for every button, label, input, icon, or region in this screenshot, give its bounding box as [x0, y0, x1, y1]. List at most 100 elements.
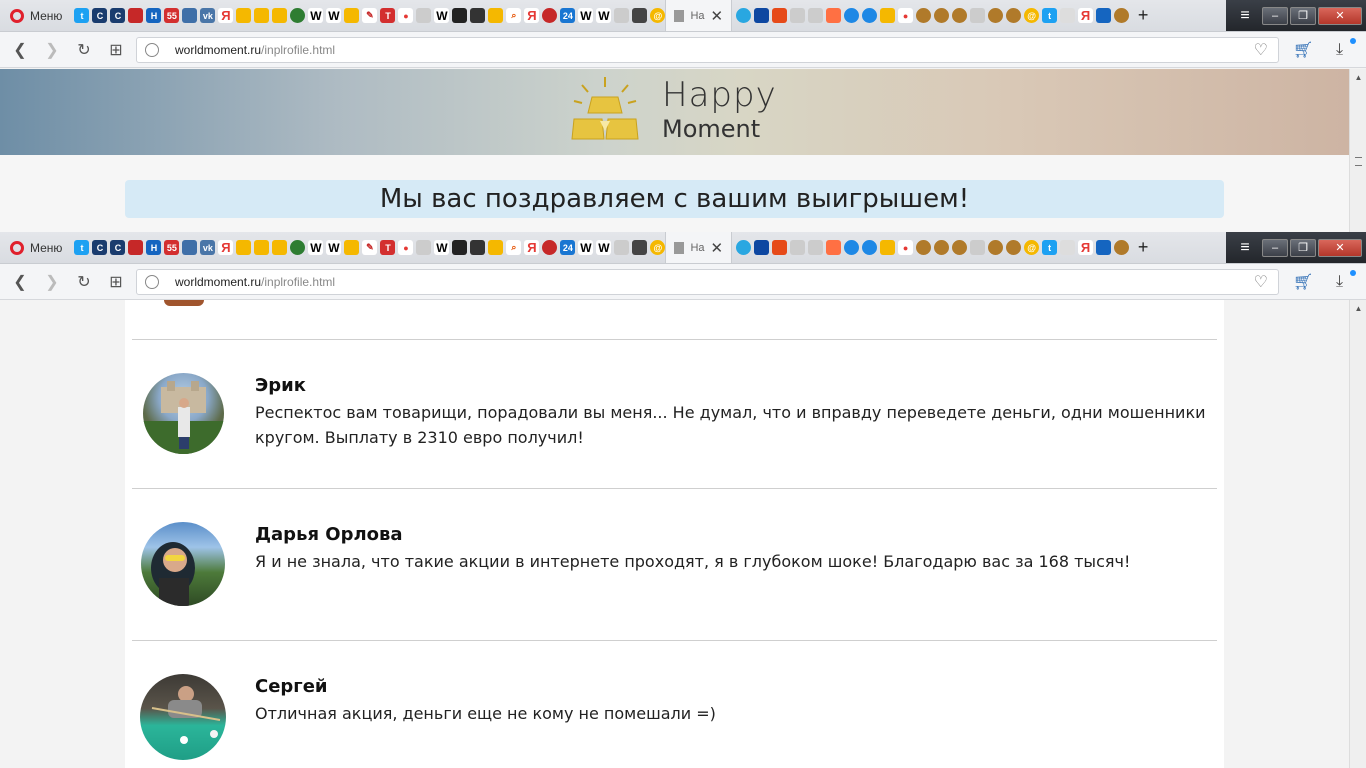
site-icon[interactable]	[542, 240, 558, 255]
site-24-icon[interactable]: 24	[560, 240, 576, 255]
t-icon[interactable]: T	[380, 240, 396, 255]
globe-icon[interactable]	[290, 240, 306, 255]
site-icon[interactable]	[754, 8, 770, 23]
image-icon[interactable]	[880, 8, 896, 23]
site-55-icon[interactable]: 55	[164, 240, 180, 255]
shield-icon[interactable]	[632, 240, 648, 255]
at-icon[interactable]: @	[1024, 240, 1040, 255]
site-logo[interactable]: Happy Moment	[570, 75, 777, 145]
map-pin-icon[interactable]: ●	[898, 240, 914, 255]
forward-icon[interactable]: ❯	[36, 40, 68, 60]
cookie-icon[interactable]	[952, 240, 968, 255]
document-icon[interactable]	[614, 240, 630, 255]
yandex-icon[interactable]: Я	[1078, 240, 1094, 255]
wikipedia-icon[interactable]: W	[596, 8, 612, 23]
heart-icon[interactable]: ♡	[1254, 40, 1268, 60]
wikipedia-icon[interactable]: W	[434, 8, 450, 23]
opera-menu-button[interactable]: Меню	[0, 232, 70, 263]
at-icon[interactable]: @	[1024, 8, 1040, 23]
site-icon[interactable]	[754, 240, 770, 255]
site-icon[interactable]: C	[92, 240, 108, 255]
eagle-icon[interactable]	[1096, 8, 1112, 23]
active-tab[interactable]: На ✕	[665, 232, 733, 263]
opera-menu-button[interactable]: Меню	[0, 0, 70, 31]
wikipedia-icon[interactable]: W	[578, 8, 594, 23]
wikipedia-icon[interactable]: W	[578, 240, 594, 255]
new-tab-button[interactable]: +	[1129, 237, 1157, 258]
page-scrollbar[interactable]: ▲	[1349, 300, 1366, 768]
cookie-icon[interactable]	[934, 8, 950, 23]
image-icon[interactable]	[254, 240, 270, 255]
download-icon[interactable]: ⤓	[1336, 41, 1343, 59]
site-icon[interactable]: C	[110, 240, 126, 255]
tab-menu-icon[interactable]: ≡	[1230, 7, 1260, 25]
khl-icon[interactable]	[452, 240, 468, 255]
twitter-icon[interactable]: t	[1042, 240, 1058, 255]
site-icon[interactable]	[736, 240, 752, 255]
cookie-icon[interactable]	[1006, 240, 1022, 255]
cookie-icon[interactable]	[1114, 240, 1130, 255]
cart-icon[interactable]: 🛒︎	[1293, 40, 1313, 60]
document-icon[interactable]	[790, 240, 806, 255]
document-icon[interactable]	[416, 240, 432, 255]
at-icon[interactable]: @	[650, 240, 666, 255]
tab-close-icon[interactable]: ✕	[711, 7, 724, 25]
site-icon[interactable]: ✎	[362, 240, 378, 255]
cookie-icon[interactable]	[916, 8, 932, 23]
map-pin-icon[interactable]: ●	[398, 240, 414, 255]
image-icon[interactable]	[488, 8, 504, 23]
maximize-button[interactable]: ❐	[1290, 238, 1316, 257]
cookie-icon[interactable]	[952, 8, 968, 23]
image-icon[interactable]	[880, 240, 896, 255]
shield-icon[interactable]	[826, 8, 842, 23]
eagle-icon[interactable]	[1096, 240, 1112, 255]
minimize-button[interactable]: –	[1262, 238, 1288, 257]
cloud-icon[interactable]	[1060, 240, 1076, 255]
tab-menu-icon[interactable]: ≡	[1230, 239, 1260, 257]
cookie-icon[interactable]	[1114, 8, 1130, 23]
cookie-icon[interactable]	[916, 240, 932, 255]
flag-icon[interactable]	[128, 240, 144, 255]
wikipedia-icon[interactable]: W	[326, 8, 342, 23]
hockey-logo-icon[interactable]	[470, 240, 486, 255]
page-scrollbar[interactable]: ▲	[1349, 69, 1366, 232]
image-icon[interactable]	[344, 8, 360, 23]
t-icon[interactable]: T	[380, 8, 396, 23]
search-icon[interactable]: ⌕	[506, 8, 522, 23]
shield-icon[interactable]	[632, 8, 648, 23]
twitter-icon[interactable]: t	[74, 240, 90, 255]
chat-icon[interactable]	[182, 240, 198, 255]
wikipedia-icon[interactable]: W	[326, 240, 342, 255]
pocket-icon[interactable]	[772, 8, 788, 23]
site-icon[interactable]: C	[92, 8, 108, 23]
site-icon[interactable]: C	[110, 8, 126, 23]
hockey-logo-icon[interactable]	[470, 8, 486, 23]
close-window-button[interactable]: ✕	[1318, 238, 1362, 257]
image-icon[interactable]	[488, 240, 504, 255]
site-icon[interactable]	[844, 8, 860, 23]
yandex-icon[interactable]: Я	[524, 8, 540, 23]
pocket-icon[interactable]	[772, 240, 788, 255]
yandex-icon[interactable]: Я	[524, 240, 540, 255]
vk-icon[interactable]: vk	[200, 240, 216, 255]
shield-icon[interactable]	[826, 240, 842, 255]
map-pin-icon[interactable]: ●	[398, 8, 414, 23]
download-icon[interactable]: ⤓	[1336, 273, 1343, 291]
document-icon[interactable]	[970, 240, 986, 255]
flag-icon[interactable]	[128, 8, 144, 23]
yandex-icon[interactable]: Я	[218, 8, 234, 23]
wikipedia-icon[interactable]: W	[308, 240, 324, 255]
wikipedia-icon[interactable]: W	[434, 240, 450, 255]
wikipedia-icon[interactable]: W	[308, 8, 324, 23]
document-icon[interactable]	[416, 8, 432, 23]
active-tab[interactable]: На ✕	[665, 0, 733, 31]
map-pin-icon[interactable]: ●	[898, 8, 914, 23]
chat-icon[interactable]	[182, 8, 198, 23]
scroll-up-icon[interactable]: ▲	[1350, 73, 1366, 82]
document-icon[interactable]	[808, 240, 824, 255]
globe-icon[interactable]	[290, 8, 306, 23]
url-field[interactable]: worldmoment.ru/inplrofile.html ♡	[136, 268, 1279, 295]
grid-icon[interactable]: ⊞	[100, 40, 132, 60]
site-icon[interactable]	[862, 8, 878, 23]
site-55-icon[interactable]: 55	[164, 8, 180, 23]
